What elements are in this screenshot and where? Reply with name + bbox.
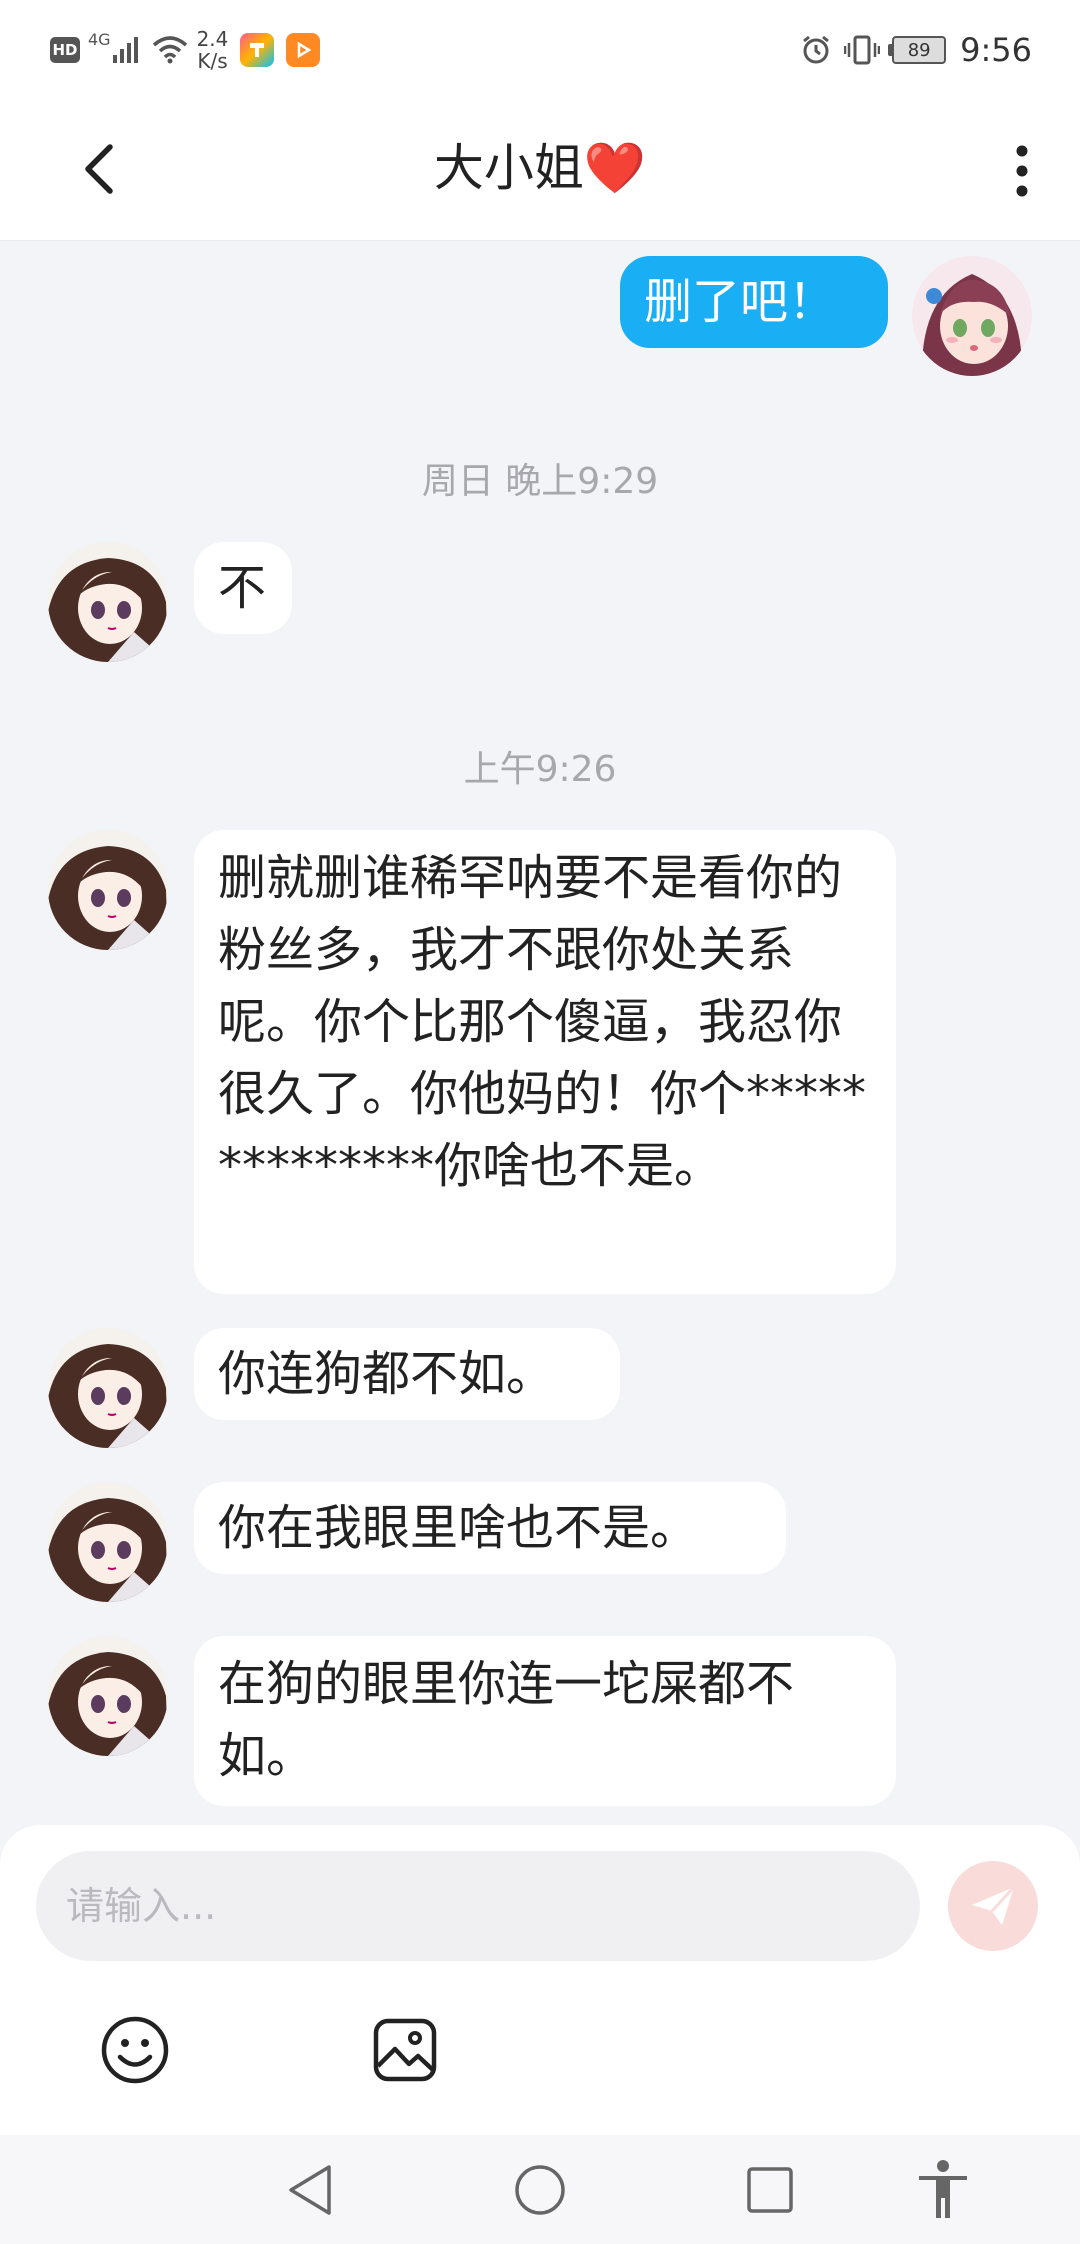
message-bubble-other[interactable]: 不 bbox=[194, 542, 292, 634]
anime-girl-avatar-icon bbox=[48, 830, 168, 950]
anime-girl-avatar-icon bbox=[48, 1482, 168, 1602]
video-app-notification-icon bbox=[286, 33, 321, 67]
emoji-button[interactable] bbox=[90, 2005, 180, 2095]
message-bubble-other[interactable]: 你连狗都不如。 bbox=[194, 1328, 620, 1420]
alarm-icon bbox=[803, 35, 830, 64]
message-bubble-mine[interactable]: 删了吧！ bbox=[620, 256, 888, 348]
more-options-button[interactable] bbox=[1002, 136, 1042, 206]
chat-title: 大小姐❤️ bbox=[240, 136, 840, 200]
contact-avatar[interactable] bbox=[48, 1328, 168, 1448]
my-avatar[interactable] bbox=[912, 256, 1032, 376]
net-speed-unit: K/s bbox=[197, 49, 228, 73]
hd-badge: HD bbox=[50, 37, 80, 63]
status-left: HD 4G 2.4 K/s bbox=[50, 22, 321, 78]
image-button[interactable] bbox=[360, 2005, 450, 2095]
smiley-icon bbox=[101, 2016, 169, 2084]
accessibility-icon bbox=[919, 2160, 967, 2218]
anime-girl-avatar-icon bbox=[912, 256, 1032, 376]
contact-avatar[interactable] bbox=[48, 542, 168, 662]
time-separator: 上午9:26 bbox=[463, 749, 617, 790]
input-panel bbox=[0, 1825, 1080, 2135]
chat-title-text: 大小姐 bbox=[433, 139, 584, 197]
system-navigation-bar bbox=[0, 2135, 1080, 2244]
more-vertical-icon bbox=[1016, 145, 1028, 197]
nav-recents-button[interactable] bbox=[735, 2155, 805, 2225]
vibrate-icon bbox=[844, 35, 881, 65]
triangle-back-icon bbox=[289, 2165, 331, 2215]
accessibility-button[interactable] bbox=[908, 2155, 978, 2225]
net-speed-value: 2.4 bbox=[196, 27, 229, 51]
message-bubble-other[interactable]: 删就删谁稀罕呐要不是看你的粉丝多，我才不跟你处关系呢。你个比那个傻逼，我忍你很久… bbox=[194, 830, 896, 1294]
app-notification-icon bbox=[240, 33, 275, 67]
heart-icon: ❤️ bbox=[583, 139, 647, 197]
chat-header: 大小姐❤️ bbox=[0, 98, 1080, 241]
anime-girl-avatar-icon bbox=[48, 542, 168, 662]
send-button[interactable] bbox=[948, 1861, 1038, 1951]
net-speed: 2.4 K/s bbox=[197, 28, 229, 72]
message-input[interactable] bbox=[36, 1851, 920, 1961]
back-button[interactable] bbox=[70, 134, 130, 204]
message-bubble-other[interactable]: 在狗的眼里你连一坨屎都不如。 bbox=[194, 1636, 896, 1806]
contact-avatar[interactable] bbox=[48, 1636, 168, 1756]
wifi-icon bbox=[152, 36, 187, 64]
status-bar: HD 4G 2.4 K/s 89 9:56 bbox=[0, 0, 1080, 98]
signal-icon bbox=[112, 37, 138, 63]
contact-avatar[interactable] bbox=[48, 830, 168, 950]
chevron-left-icon bbox=[85, 144, 113, 194]
status-time: 9:56 bbox=[960, 31, 1032, 69]
nav-home-button[interactable] bbox=[505, 2155, 575, 2225]
circle-home-icon bbox=[515, 2165, 565, 2215]
paper-plane-icon bbox=[972, 1885, 1016, 1925]
image-icon bbox=[373, 2018, 437, 2082]
battery-indicator: 89 bbox=[888, 36, 947, 64]
square-recents-icon bbox=[747, 2167, 793, 2213]
time-separator: 周日 晚上9:29 bbox=[421, 461, 659, 502]
message-bubble-other[interactable]: 你在我眼里啥也不是。 bbox=[194, 1482, 786, 1574]
chat-messages[interactable]: 删了吧！ 周日 晚上9:29 不 上午9:26 删就删谁稀罕呐要不是看你的粉丝多… bbox=[0, 240, 1080, 1825]
anime-girl-avatar-icon bbox=[48, 1328, 168, 1448]
anime-girl-avatar-icon bbox=[48, 1636, 168, 1756]
nav-back-button[interactable] bbox=[275, 2155, 345, 2225]
contact-avatar[interactable] bbox=[48, 1482, 168, 1602]
status-right: 89 9:56 bbox=[800, 22, 1032, 78]
network-type-label: 4G bbox=[88, 30, 111, 49]
